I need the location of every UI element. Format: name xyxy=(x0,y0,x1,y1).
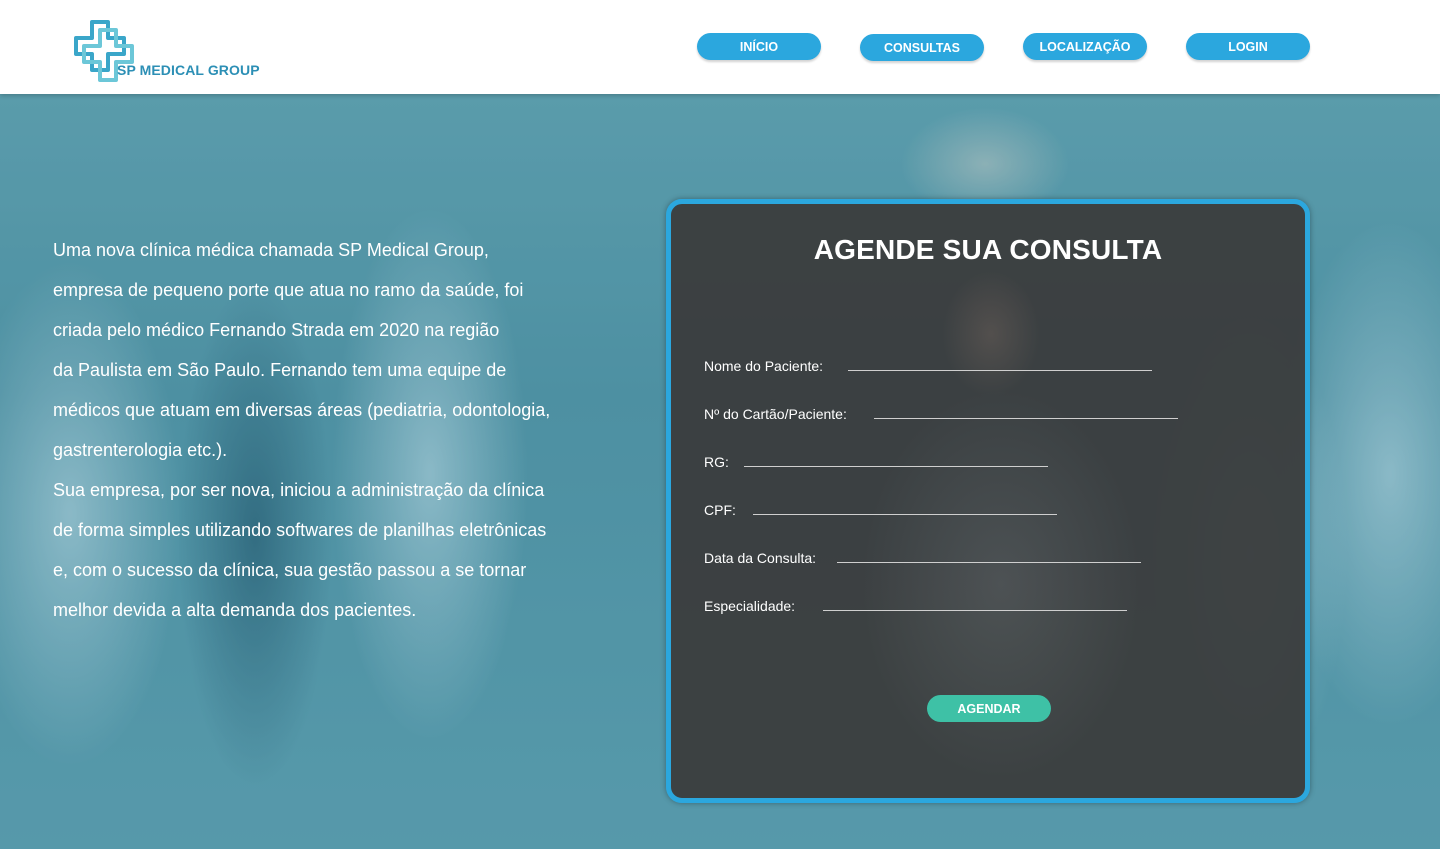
patient-name-field[interactable] xyxy=(848,370,1152,371)
logo-text: SP MEDICAL GROUP xyxy=(117,62,260,78)
schedule-button[interactable]: AGENDAR xyxy=(927,695,1051,722)
cpf-label: CPF: xyxy=(704,502,736,518)
patient-name-label: Nome do Paciente: xyxy=(704,358,824,374)
intro-line: de forma simples utilizando softwares de… xyxy=(53,520,547,540)
rg-label: RG: xyxy=(704,454,729,470)
appointment-form-card: AGENDE SUA CONSULTA Nome do Paciente: Nº… xyxy=(666,199,1310,803)
intro-line: criada pelo médico Fernando Strada em 20… xyxy=(53,320,500,340)
intro-line: e, com o sucesso da clínica, sua gestão … xyxy=(53,560,527,580)
appointment-date-field[interactable] xyxy=(837,562,1141,563)
intro-text: Uma nova clínica médica chamada SP Medic… xyxy=(53,230,633,630)
intro-line: Uma nova clínica médica chamada SP Medic… xyxy=(53,240,489,260)
card-number-field[interactable] xyxy=(874,418,1178,419)
intro-line: Sua empresa, por ser nova, iniciou a adm… xyxy=(53,480,545,500)
card-number-label: Nº do Cartão/Paciente: xyxy=(704,406,847,422)
site-header: SP MEDICAL GROUP INÍCIO CONSULTAS LOCALI… xyxy=(0,0,1440,94)
specialty-field[interactable] xyxy=(823,610,1127,611)
rg-field[interactable] xyxy=(744,466,1048,467)
nav-localizacao-button[interactable]: LOCALIZAÇÃO xyxy=(1023,33,1147,60)
appointment-date-label: Data da Consulta: xyxy=(704,550,817,566)
brand-logo[interactable]: SP MEDICAL GROUP xyxy=(74,18,274,84)
nav-consultas-button[interactable]: CONSULTAS xyxy=(860,34,984,61)
hero-background: Uma nova clínica médica chamada SP Medic… xyxy=(0,94,1440,849)
cpf-field[interactable] xyxy=(753,514,1057,515)
form-title: AGENDE SUA CONSULTA xyxy=(813,234,1163,265)
intro-line: empresa de pequeno porte que atua no ram… xyxy=(53,280,524,300)
nav-inicio-button[interactable]: INÍCIO xyxy=(697,33,821,60)
intro-line: melhor devida a alta demanda dos pacient… xyxy=(53,600,417,620)
intro-line: gastrenterologia etc.). xyxy=(53,440,228,460)
nav-login-button[interactable]: LOGIN xyxy=(1186,33,1310,60)
specialty-label: Especialidade: xyxy=(704,598,796,614)
intro-line: médicos que atuam em diversas áreas (ped… xyxy=(53,400,551,420)
intro-line: da Paulista em São Paulo. Fernando tem u… xyxy=(53,360,507,380)
